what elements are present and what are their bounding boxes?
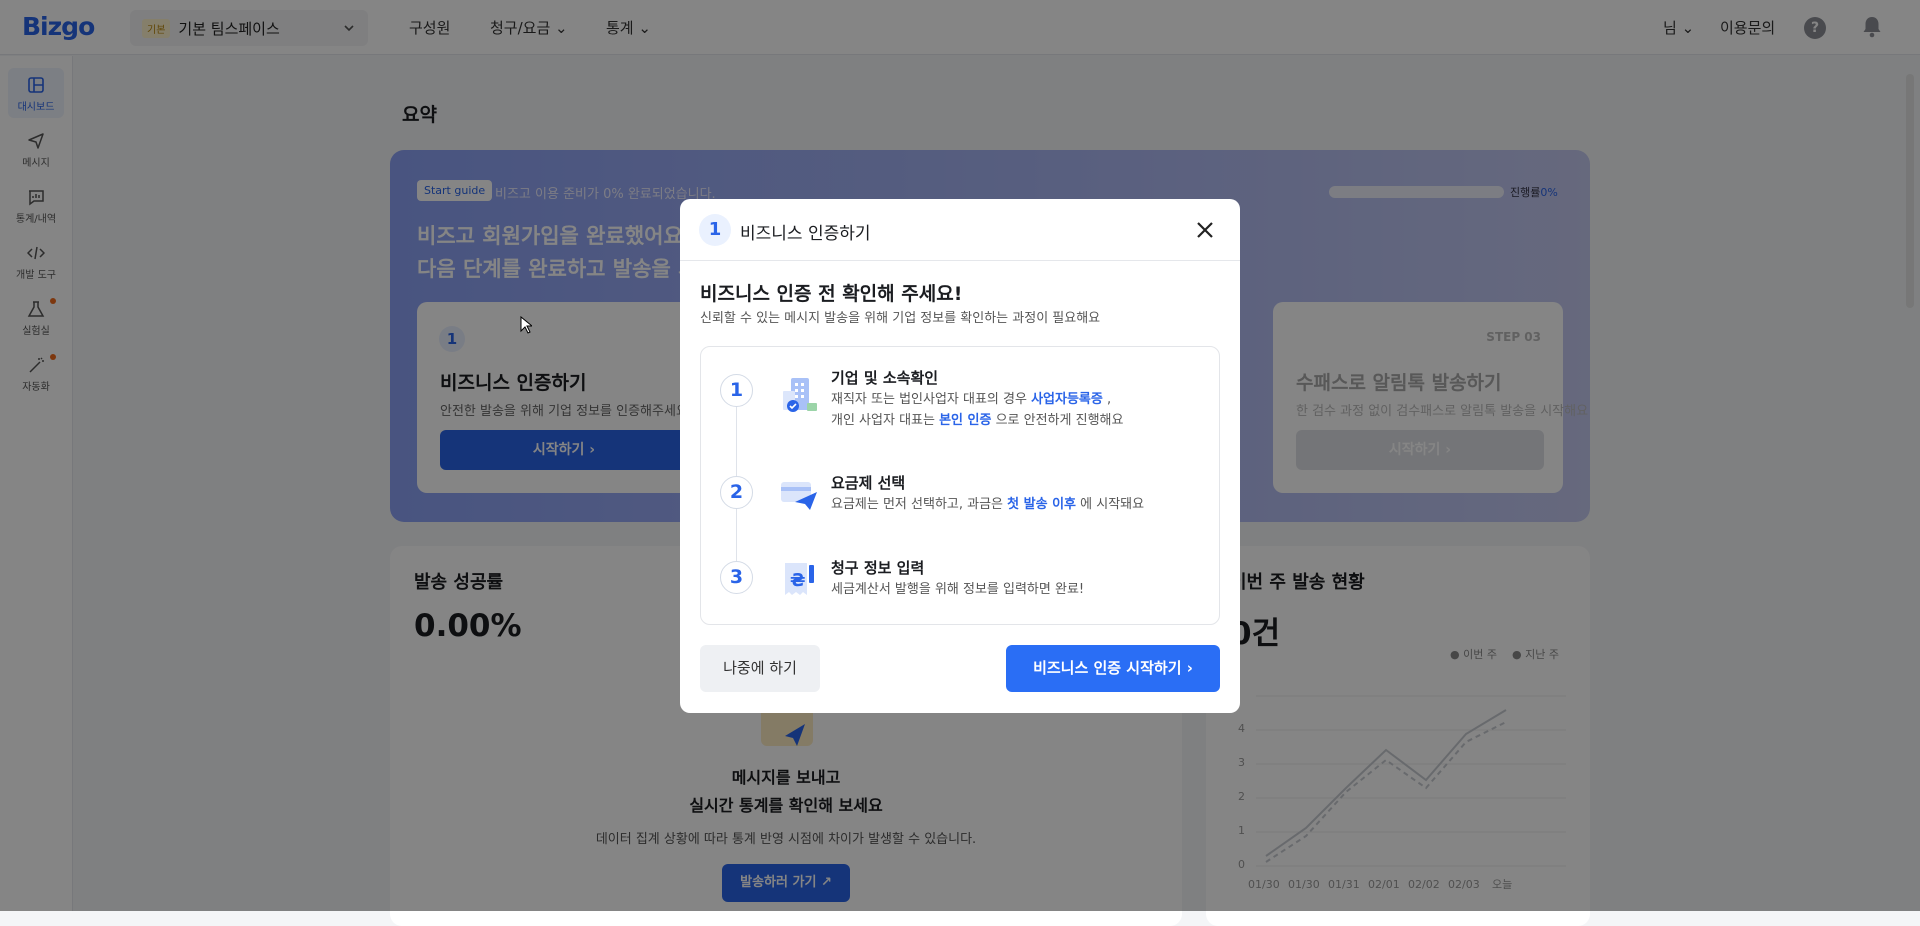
modal-step-number: 1 [699, 214, 731, 246]
step-number: 3 [720, 561, 753, 594]
start-verification-button[interactable]: 비즈니스 인증 시작하기 › [1006, 645, 1220, 692]
mouse-cursor-icon [520, 316, 532, 334]
card-send-icon [781, 482, 817, 510]
highlight-first-send: 첫 발송 이후 [1007, 497, 1077, 512]
step-number: 1 [720, 374, 753, 407]
modal-header-title: 비즈니스 인증하기 [740, 224, 871, 244]
modal-subtitle: 신뢰할 수 있는 메시지 발송을 위해 기업 정보를 확인하는 과정이 필요해요 [700, 311, 1101, 326]
highlight-business-registration: 사업자등록증 [1031, 392, 1103, 407]
building-icon [783, 378, 817, 412]
step-desc: 요금제는 먼저 선택하고, 과금은 첫 발송 이후 에 시작돼요 [831, 497, 1145, 512]
step-desc: 재직자 또는 법인사업자 대표의 경우 사업자등록증 , 개인 사업자 대표는 … [831, 392, 1124, 428]
highlight-identity-verification: 본인 인증 [939, 413, 992, 428]
step-number: 2 [720, 476, 753, 509]
later-button[interactable]: 나중에 하기 [700, 645, 820, 692]
modal-title: 비즈니스 인증 전 확인해 주세요! [700, 283, 963, 305]
step-title: 요금제 선택 [831, 474, 906, 492]
close-icon[interactable] [1194, 219, 1216, 241]
modal-header: 1 비즈니스 인증하기 [680, 199, 1240, 261]
step-desc: 세금계산서 발행을 위해 정보를 입력하면 완료! [831, 582, 1085, 597]
page-scrollbar[interactable] [1906, 74, 1914, 308]
receipt-icon: ₴ [785, 563, 814, 595]
step-title: 기업 및 소속확인 [831, 369, 939, 387]
svg-text:₴: ₴ [790, 570, 805, 591]
step-title: 청구 정보 입력 [831, 559, 925, 577]
verification-steps-list: 1 기업 및 소속확인 재직자 또는 법인사업자 대표의 경우 사업자등록증 ,… [700, 346, 1220, 625]
business-verification-modal: 1 비즈니스 인증하기 비즈니스 인증 전 확인해 주세요! 신뢰할 수 있는 … [680, 199, 1240, 713]
